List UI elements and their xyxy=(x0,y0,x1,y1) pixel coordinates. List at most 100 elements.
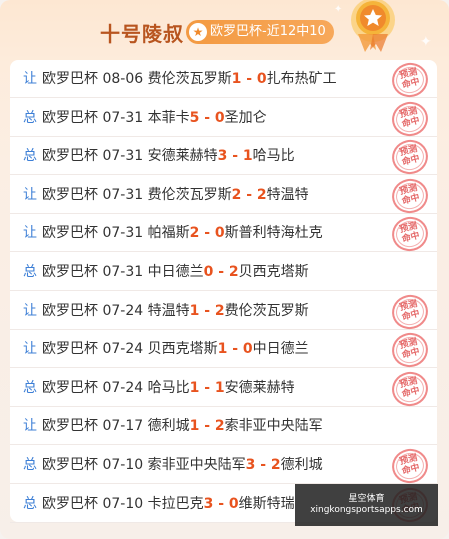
match-list: 让欧罗巴杯 08-06 费伦茨瓦罗斯1 - 0扎布热矿工 预测 命中总欧罗巴杯 07… xyxy=(10,59,437,526)
match-score: 2 - 0 xyxy=(189,225,225,242)
match-row[interactable]: 让欧罗巴杯 07-24 特温特1 - 2费伦茨瓦罗斯 预测 命中 xyxy=(10,290,437,333)
match-info: 欧罗巴杯 07-31 中日德兰0 - 2贝西克塔斯 xyxy=(42,261,309,281)
away-team: 中日德兰 xyxy=(252,341,309,358)
bet-type-label: 让 xyxy=(23,225,37,242)
league-name: 欧罗巴杯 xyxy=(42,379,98,396)
match-info: 欧罗巴杯 07-10 索非亚中央陆军3 - 2德利城 xyxy=(42,454,323,474)
watermark-title: 星空体育 xyxy=(348,494,385,504)
bet-type-label: 让 xyxy=(23,186,37,203)
bet-type-label: 总 xyxy=(23,379,37,396)
home-team: 德利城 xyxy=(147,418,190,435)
match-date: 07-31 xyxy=(102,148,144,165)
match-date: 08-06 xyxy=(102,71,144,87)
match-row[interactable]: 让欧罗巴杯 07-31 帕福斯2 - 0斯普利特海杜克 预测 命中 xyxy=(10,213,437,256)
match-row[interactable]: 让欧罗巴杯 07-17 德利城1 - 2索非亚中央陆军 xyxy=(10,407,437,446)
sparkle-icon: ✦ xyxy=(334,4,343,15)
match-info: 欧罗巴杯 07-17 德利城1 - 2索非亚中央陆军 xyxy=(42,415,323,435)
away-team: 扎布热矿工 xyxy=(266,71,337,87)
match-date: 07-24 xyxy=(102,302,144,319)
match-score: 3 - 2 xyxy=(245,457,281,473)
hit-stamp-icon: 预测命中 xyxy=(388,445,432,487)
match-score: 0 - 2 xyxy=(203,264,239,280)
away-team: 哈马比 xyxy=(252,148,295,165)
watermark-url: xingkongsportsapps.com xyxy=(310,505,423,515)
medal-icon xyxy=(351,0,395,52)
away-team: 安德莱赫特 xyxy=(224,379,295,396)
bet-type-label: 总 xyxy=(23,148,37,165)
bet-type-label: 让 xyxy=(23,418,37,435)
bet-type-label: 总 xyxy=(23,264,37,280)
home-team: 卡拉巴克 xyxy=(147,495,204,512)
home-team: 中日德兰 xyxy=(147,264,204,280)
match-row[interactable]: 让欧罗巴杯 07-24 贝西克塔斯1 - 0中日德兰 预测 命中 xyxy=(10,329,437,372)
bet-type-label: 让 xyxy=(23,71,37,87)
bet-type-label: 总 xyxy=(23,495,37,512)
match-date: 07-31 xyxy=(102,264,144,280)
league-name: 欧罗巴杯 xyxy=(42,495,98,512)
league-name: 欧罗巴杯 xyxy=(42,186,98,203)
league-name: 欧罗巴杯 xyxy=(42,457,98,473)
home-team: 安德莱赫特 xyxy=(147,148,218,165)
match-date: 07-24 xyxy=(102,379,144,396)
match-info: 欧罗巴杯 07-31 安德莱赫特3 - 1哈马比 xyxy=(42,145,295,165)
match-score: 2 - 2 xyxy=(231,186,267,203)
match-score: 5 - 0 xyxy=(189,109,225,126)
match-date: 07-24 xyxy=(102,341,144,358)
match-info: 欧罗巴杯 07-24 贝西克塔斯1 - 0中日德兰 xyxy=(42,338,309,358)
home-team: 哈马比 xyxy=(147,379,190,396)
match-score: 1 - 0 xyxy=(231,71,267,87)
match-info: 欧罗巴杯 07-24 特温特1 - 2费伦茨瓦罗斯 xyxy=(42,300,309,320)
match-score: 1 - 0 xyxy=(217,341,253,358)
home-team: 帕福斯 xyxy=(147,225,190,242)
home-team: 特温特 xyxy=(147,302,190,319)
league-name: 欧罗巴杯 xyxy=(42,418,98,435)
away-team: 维斯特瑞 xyxy=(238,495,295,512)
bet-type-label: 让 xyxy=(23,341,37,358)
match-row[interactable]: 总欧罗巴杯 07-31 中日德兰0 - 2贝西克塔斯 xyxy=(10,253,437,291)
hit-stamp-icon: 预测命中 xyxy=(388,97,432,140)
away-team: 费伦茨瓦罗斯 xyxy=(224,302,309,319)
league-name: 欧罗巴杯 xyxy=(42,148,98,165)
match-row[interactable]: 让欧罗巴杯 07-31 费伦茨瓦罗斯2 - 2特温特 预测 命中 xyxy=(10,174,437,217)
home-team: 索非亚中央陆军 xyxy=(147,457,246,473)
hit-stamp-icon: 预测命中 xyxy=(388,59,432,101)
card-header: 十号陵叔 ★ 欧罗巴杯-近12中10 ✦ ✦ xyxy=(0,0,449,58)
away-team: 德利城 xyxy=(280,457,323,473)
home-team: 本菲卡 xyxy=(147,109,190,126)
hit-stamp-icon: 预测命中 xyxy=(388,329,432,372)
league-name: 欧罗巴杯 xyxy=(42,71,98,87)
expert-record-card: 十号陵叔 ★ 欧罗巴杯-近12中10 ✦ ✦ 让欧罗巴杯 08-06 费伦茨瓦罗… xyxy=(0,0,449,539)
match-score: 1 - 2 xyxy=(189,418,225,435)
home-team: 费伦茨瓦罗斯 xyxy=(147,71,232,87)
bet-type-label: 总 xyxy=(23,109,37,126)
match-date: 07-31 xyxy=(102,109,144,126)
match-info: 欧罗巴杯 07-10 卡拉巴克3 - 0维斯特瑞 xyxy=(42,493,295,513)
league-name: 欧罗巴杯 xyxy=(42,302,98,319)
match-row[interactable]: 让欧罗巴杯 08-06 费伦茨瓦罗斯1 - 0扎布热矿工 预测 命中 xyxy=(10,59,437,101)
match-row[interactable]: 总欧罗巴杯 07-24 哈马比1 - 1安德莱赫特 预测 命中 xyxy=(10,367,437,410)
away-team: 斯普利特海杜克 xyxy=(224,225,323,242)
away-team: 特温特 xyxy=(266,186,309,203)
match-info: 欧罗巴杯 07-31 费伦茨瓦罗斯2 - 2特温特 xyxy=(42,184,309,204)
match-score: 1 - 1 xyxy=(189,379,225,396)
match-info: 欧罗巴杯 07-31 帕福斯2 - 0斯普利特海杜克 xyxy=(42,222,323,242)
hit-stamp-icon: 预测命中 xyxy=(388,367,432,410)
record-text: 欧罗巴杯-近12中10 xyxy=(210,24,326,39)
away-team: 索非亚中央陆军 xyxy=(224,418,323,435)
match-row[interactable]: 总欧罗巴杯 07-31 安德莱赫特3 - 1哈马比 预测 命中 xyxy=(10,136,437,179)
record-badge: ★ 欧罗巴杯-近12中10 xyxy=(186,20,334,44)
match-row[interactable]: 总欧罗巴杯 07-31 本菲卡5 - 0圣加仑 预测 命中 xyxy=(10,97,437,140)
watermark: 星空体育 xingkongsportsapps.com xyxy=(295,484,438,526)
league-name: 欧罗巴杯 xyxy=(42,109,98,126)
away-team: 圣加仑 xyxy=(224,109,267,126)
league-name: 欧罗巴杯 xyxy=(42,341,98,358)
hit-stamp-icon: 预测命中 xyxy=(388,290,432,333)
home-team: 费伦茨瓦罗斯 xyxy=(147,186,232,203)
league-name: 欧罗巴杯 xyxy=(42,264,98,280)
match-date: 07-31 xyxy=(102,225,144,242)
match-row[interactable]: 总欧罗巴杯 07-10 索非亚中央陆军3 - 2德利城 预测 命中 xyxy=(10,445,437,487)
hit-stamp-icon: 预测命中 xyxy=(388,136,432,179)
star-icon: ★ xyxy=(189,23,207,41)
match-score: 1 - 2 xyxy=(189,302,225,319)
home-team: 贝西克塔斯 xyxy=(147,341,218,358)
